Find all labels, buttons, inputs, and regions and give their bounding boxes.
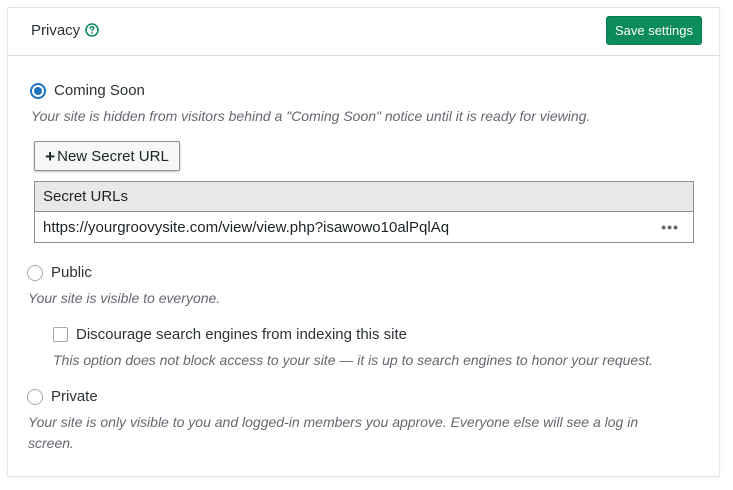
secret-urls-header: Secret URLs bbox=[35, 182, 693, 212]
save-settings-button[interactable]: Save settings bbox=[605, 16, 702, 45]
public-radio[interactable] bbox=[27, 264, 43, 281]
coming-soon-option[interactable]: Coming Soon bbox=[30, 82, 145, 99]
question-circle-icon[interactable] bbox=[85, 23, 99, 37]
card-header: Privacy Save settings bbox=[8, 8, 719, 56]
private-description: Your site is only visible to you and log… bbox=[28, 414, 639, 451]
plus-icon: + bbox=[45, 146, 56, 166]
private-radio[interactable] bbox=[27, 388, 43, 405]
ellipsis-icon[interactable]: ••• bbox=[661, 219, 679, 235]
table-row: https://yourgroovysite.com/view/view.php… bbox=[35, 212, 693, 242]
discourage-option[interactable]: Discourage search engines from indexing … bbox=[53, 326, 407, 343]
coming-soon-radio[interactable] bbox=[30, 82, 46, 99]
new-secret-url-label: New Secret URL bbox=[57, 147, 169, 165]
card-title: Privacy bbox=[31, 22, 81, 39]
discourage-label: Discourage search engines from indexing … bbox=[76, 326, 408, 343]
discourage-description: This option does not block access to you… bbox=[53, 352, 653, 368]
new-secret-url-button[interactable]: + New Secret URL bbox=[34, 141, 180, 171]
coming-soon-description: Your site is hidden from visitors behind… bbox=[31, 108, 591, 124]
coming-soon-label: Coming Soon bbox=[54, 82, 145, 99]
secret-url-value: https://yourgroovysite.com/view/view.php… bbox=[43, 218, 450, 236]
public-label: Public bbox=[51, 264, 92, 281]
secret-urls-table: Secret URLs https://yourgroovysite.com/v… bbox=[34, 181, 694, 243]
private-label: Private bbox=[51, 388, 98, 405]
public-description: Your site is visible to everyone. bbox=[28, 290, 221, 306]
discourage-checkbox[interactable] bbox=[53, 327, 68, 342]
public-option[interactable]: Public bbox=[27, 264, 92, 281]
private-option[interactable]: Private bbox=[27, 388, 98, 405]
privacy-settings-card: Privacy Save settings Coming Soon Your s… bbox=[8, 8, 719, 476]
